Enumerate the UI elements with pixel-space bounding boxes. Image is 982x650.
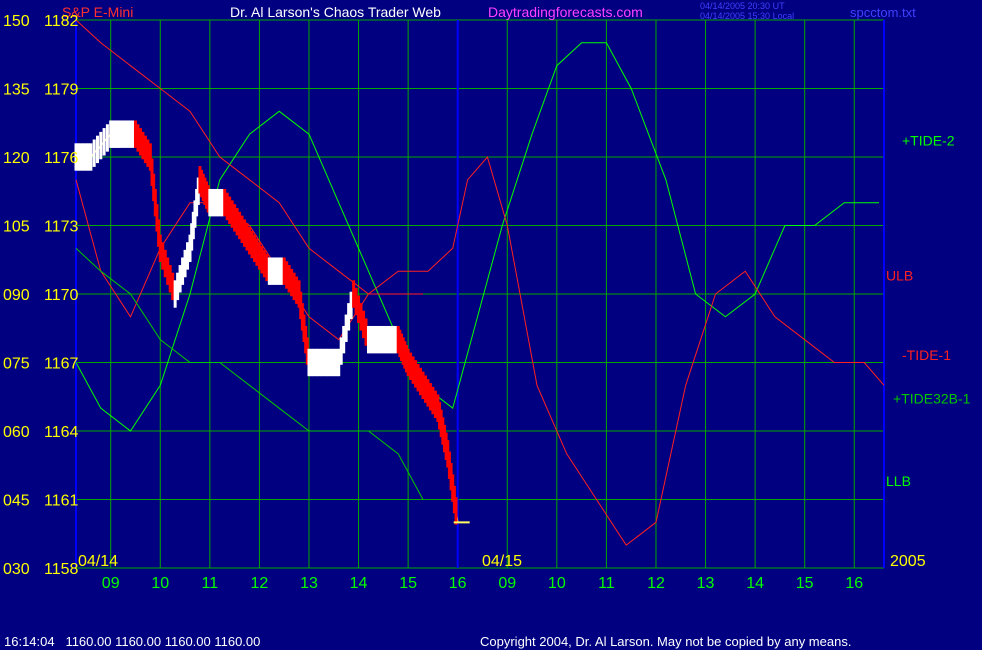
legend-item: LLB — [886, 473, 911, 489]
y-tick-left: 120 — [3, 150, 30, 167]
y-tick-left: 030 — [3, 561, 30, 578]
site-name: Daytradingforecasts.com — [488, 4, 643, 20]
y-tick-left: 105 — [3, 219, 30, 236]
price-bar — [102, 128, 106, 156]
price-bar — [89, 143, 93, 171]
x-tick-label: 15 — [796, 575, 814, 592]
x-tick-label: 11 — [598, 575, 615, 592]
x-tick-label: 15 — [399, 575, 417, 592]
x-tick-label: 16 — [845, 575, 863, 592]
y-tick-left: 150 — [3, 13, 30, 30]
y-tick-price: 1182 — [44, 13, 79, 30]
legend-item: ULB — [886, 267, 913, 283]
x-tick-label: 09 — [102, 575, 120, 592]
x-tick-label: 13 — [697, 575, 715, 592]
y-tick-left: 045 — [3, 493, 30, 510]
price-bar — [105, 124, 109, 152]
x-tick-label: 13 — [300, 575, 318, 592]
y-tick-price: 1179 — [44, 82, 79, 99]
x-tick-label: 10 — [548, 575, 566, 592]
price-bar — [454, 497, 458, 525]
price-bar — [95, 135, 99, 164]
date-label-mid: 04/15 — [482, 553, 522, 570]
y-tick-price: 1173 — [44, 219, 79, 236]
footer-quote: 16:14:04 1160.00 1160.00 1160.00 1160.00 — [4, 634, 260, 649]
chart: S&P E-Mini Dr. Al Larson's Chaos Trader … — [0, 0, 982, 650]
y-tick-price: 1167 — [44, 356, 79, 373]
timestamp-ut: 04/14/2005 20:30 UT — [700, 1, 785, 11]
y-tick-price: 1164 — [44, 424, 79, 441]
title-main: Dr. Al Larson's Chaos Trader Web — [230, 4, 441, 20]
y-tick-price: 1170 — [44, 287, 79, 304]
footer-copyright: Copyright 2004, Dr. Al Larson. May not b… — [480, 634, 851, 649]
x-tick-label: 14 — [350, 575, 368, 592]
legend-item: -TIDE-1 — [902, 347, 951, 363]
price-bar — [92, 139, 96, 167]
y-tick-left: 060 — [3, 424, 30, 441]
x-tick-label: 16 — [449, 575, 467, 592]
file-name: spcctom.txt — [850, 5, 916, 20]
y-tick-left: 090 — [3, 287, 30, 304]
x-tick-label: 12 — [251, 575, 269, 592]
y-tick-price: 1176 — [44, 150, 79, 167]
x-tick-label: 11 — [202, 575, 219, 592]
x-tick-label: 10 — [151, 575, 169, 592]
price-bar — [99, 131, 103, 160]
timestamp-local: 04/14/2005 15:30 Local — [700, 11, 794, 21]
date-label-year: 2005 — [890, 553, 926, 570]
x-tick-label: 12 — [647, 575, 665, 592]
y-tick-price: 1161 — [44, 493, 79, 510]
x-tick-label: 14 — [746, 575, 764, 592]
legend-item: +TIDE32B-1 — [893, 391, 971, 407]
x-tick-label: 09 — [498, 575, 516, 592]
date-label-start: 04/14 — [78, 553, 118, 570]
y-tick-left: 075 — [3, 356, 30, 373]
y-tick-price: 1158 — [44, 561, 79, 578]
legend-item: +TIDE-2 — [902, 133, 955, 149]
y-tick-left: 135 — [3, 82, 30, 99]
